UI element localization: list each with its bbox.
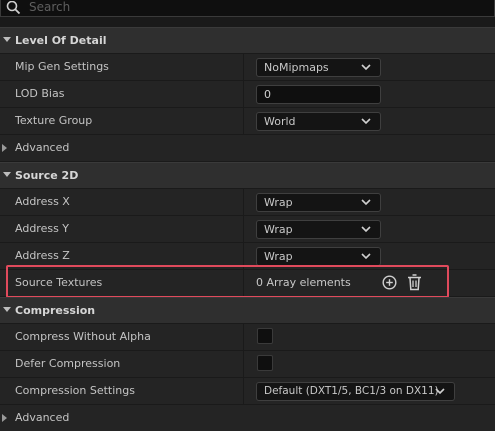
section-source-2d[interactable]: Source 2D bbox=[0, 162, 495, 188]
dropdown-value: NoMipmaps bbox=[264, 61, 329, 74]
property-label: Defer Compression bbox=[15, 357, 121, 370]
address-z-dropdown[interactable]: Wrap bbox=[256, 247, 381, 266]
texture-group-dropdown[interactable]: World bbox=[256, 112, 381, 131]
highlight-box bbox=[6, 265, 449, 298]
dropdown-value: Wrap bbox=[264, 223, 293, 236]
property-row-mip-gen-settings: Mip Gen Settings NoMipmaps bbox=[0, 53, 495, 81]
section-title: Source 2D bbox=[15, 169, 79, 182]
mip-gen-settings-dropdown[interactable]: NoMipmaps bbox=[256, 58, 381, 77]
advanced-expander-lod[interactable]: Advanced bbox=[0, 134, 495, 161]
search-bar[interactable]: Search bbox=[0, 0, 495, 17]
chevron-down-icon bbox=[361, 253, 371, 260]
chevron-right-icon bbox=[2, 414, 7, 422]
property-row-compress-without-alpha: Compress Without Alpha bbox=[0, 323, 495, 351]
search-icon bbox=[6, 1, 21, 15]
property-row-compression-settings: Compression Settings Default (DXT1/5, BC… bbox=[0, 377, 495, 405]
section-compression[interactable]: Compression bbox=[0, 297, 495, 323]
chevron-down-icon bbox=[361, 64, 371, 71]
chevron-down-icon bbox=[361, 226, 371, 233]
property-row-lod-bias: LOD Bias 0 bbox=[0, 80, 495, 108]
property-row-defer-compression: Defer Compression bbox=[0, 350, 495, 378]
chevron-down-icon bbox=[435, 388, 445, 395]
chevron-down-icon bbox=[3, 172, 11, 177]
advanced-expander-compression[interactable]: Advanced bbox=[0, 404, 495, 431]
search-input[interactable]: Search bbox=[29, 0, 70, 14]
dropdown-value: Default (DXT1/5, BC1/3 on DX11) bbox=[264, 385, 439, 397]
expander-label: Advanced bbox=[15, 141, 70, 154]
address-x-dropdown[interactable]: Wrap bbox=[256, 193, 381, 212]
property-label: Compression Settings bbox=[15, 384, 135, 397]
section-title: Level Of Detail bbox=[15, 34, 107, 47]
chevron-down-icon bbox=[3, 307, 11, 312]
address-y-dropdown[interactable]: Wrap bbox=[256, 220, 381, 239]
property-label: Address Y bbox=[15, 222, 70, 235]
dropdown-value: World bbox=[264, 115, 296, 128]
expander-label: Advanced bbox=[15, 411, 70, 424]
section-title: Compression bbox=[15, 304, 96, 317]
property-row-address-x: Address X Wrap bbox=[0, 188, 495, 216]
dropdown-value: Wrap bbox=[264, 196, 293, 209]
input-value: 0 bbox=[264, 88, 271, 101]
section-level-of-detail[interactable]: Level Of Detail bbox=[0, 27, 495, 53]
property-row-address-y: Address Y Wrap bbox=[0, 215, 495, 243]
property-row-texture-group: Texture Group World bbox=[0, 107, 495, 135]
chevron-down-icon bbox=[3, 37, 11, 42]
property-label: Mip Gen Settings bbox=[15, 60, 109, 73]
property-label: LOD Bias bbox=[15, 87, 65, 100]
property-label: Address X bbox=[15, 195, 70, 208]
property-label: Texture Group bbox=[15, 114, 93, 127]
compression-settings-dropdown[interactable]: Default (DXT1/5, BC1/3 on DX11) bbox=[256, 382, 455, 401]
lod-bias-input[interactable]: 0 bbox=[256, 85, 381, 104]
chevron-down-icon bbox=[361, 118, 371, 125]
property-label: Compress Without Alpha bbox=[15, 330, 151, 343]
chevron-right-icon bbox=[2, 144, 7, 152]
defer-compression-checkbox[interactable] bbox=[257, 355, 273, 371]
compress-without-alpha-checkbox[interactable] bbox=[257, 328, 273, 344]
dropdown-value: Wrap bbox=[264, 250, 293, 263]
chevron-down-icon bbox=[361, 199, 371, 206]
property-label: Address Z bbox=[15, 249, 70, 262]
